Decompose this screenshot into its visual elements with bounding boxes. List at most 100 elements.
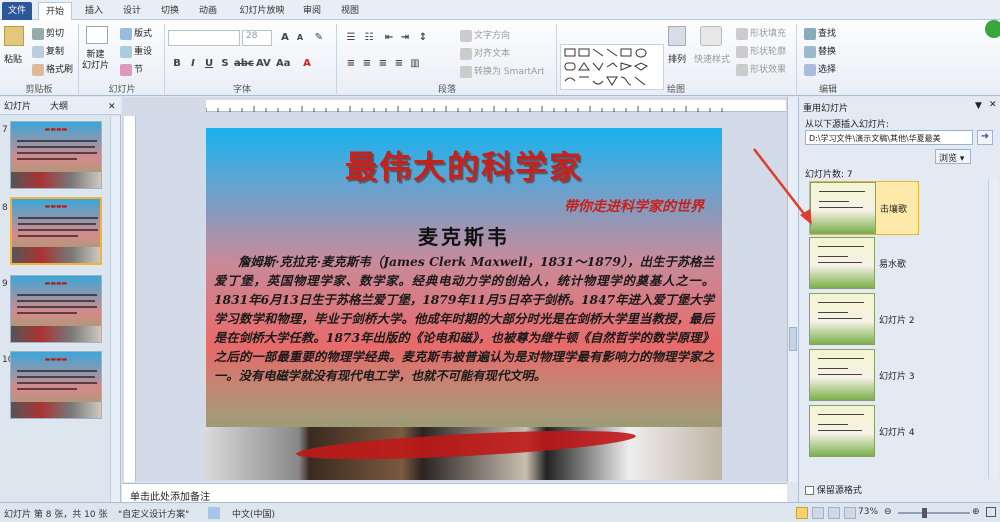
underline-icon[interactable]: U: [202, 57, 216, 71]
source-path-input[interactable]: D:\学习文件\演示文稿\其他\华夏最美: [805, 130, 973, 145]
go-arrow-icon[interactable]: ➜: [977, 130, 993, 145]
align-left-icon[interactable]: ≡: [344, 57, 358, 71]
slide-thumbnail-selected[interactable]: ▬▬▬▬: [10, 197, 102, 265]
reuse-slide-item[interactable]: 幻灯片 3: [809, 349, 919, 403]
shape-fill-button[interactable]: 形状填充: [736, 26, 786, 40]
tab-view[interactable]: 视图: [336, 2, 364, 20]
font-color-icon[interactable]: A: [300, 57, 314, 71]
font-size-combo[interactable]: 28: [242, 30, 272, 46]
copy-button[interactable]: 复制: [32, 44, 64, 58]
normal-view-icon[interactable]: [796, 507, 808, 519]
align-right-icon[interactable]: ≡: [376, 57, 390, 71]
slides-panel-scrollbar[interactable]: [110, 117, 120, 502]
tab-file[interactable]: 文件: [2, 2, 32, 20]
slide-title[interactable]: 最伟大的科学家: [206, 142, 722, 188]
slide[interactable]: 最伟大的科学家 带你走进科学家的世界 麦克斯韦 詹姆斯·克拉克·麦克斯韦（Jam…: [206, 128, 722, 480]
select-button[interactable]: 选择: [804, 62, 836, 76]
find-button[interactable]: 查找: [804, 26, 836, 40]
font-name-combo[interactable]: [168, 30, 240, 46]
reading-view-icon[interactable]: [828, 507, 840, 519]
new-slide-button[interactable]: 新建 幻灯片: [82, 50, 109, 72]
reset-button[interactable]: 重设: [120, 44, 152, 58]
reuse-slide-item-selected[interactable]: 击壤歌: [809, 181, 919, 235]
align-center-icon[interactable]: ≡: [360, 57, 374, 71]
section-button[interactable]: 节: [120, 62, 143, 76]
increase-indent-icon[interactable]: ⇥: [398, 31, 412, 45]
zoom-slider[interactable]: [898, 512, 970, 514]
format-painter-button[interactable]: 格式刷: [32, 62, 73, 76]
thumb-line: [818, 246, 864, 247]
scroll-thumb[interactable]: [789, 327, 797, 351]
new-slide-icon[interactable]: [86, 26, 108, 44]
reuse-slide-item[interactable]: 易水歌: [809, 237, 919, 291]
convert-smartart-label: 转换为 SmartArt: [474, 67, 545, 77]
strikethrough-icon[interactable]: abc: [234, 57, 254, 71]
tab-animations[interactable]: 动画: [194, 2, 222, 20]
reuse-slide-item[interactable]: 幻灯片 2: [809, 293, 919, 347]
tab-slideshow[interactable]: 幻灯片放映: [236, 2, 288, 20]
tab-slides[interactable]: 幻灯片: [4, 99, 31, 115]
slide-thumbnail[interactable]: ▬▬▬▬: [10, 121, 102, 189]
zoom-slider-thumb[interactable]: [922, 508, 927, 518]
columns-icon[interactable]: ▥: [408, 57, 422, 71]
tab-outline[interactable]: 大纲: [50, 99, 68, 115]
char-spacing-icon[interactable]: AV: [256, 57, 271, 71]
decrease-indent-icon[interactable]: ⇤: [382, 31, 396, 45]
shape-outline-button[interactable]: 形状轮廓: [736, 44, 786, 58]
notes-pane[interactable]: 单击此处添加备注: [122, 483, 787, 503]
fit-to-window-icon[interactable]: [986, 507, 996, 517]
change-case-icon[interactable]: Aa: [276, 57, 291, 71]
quick-styles-button[interactable]: 快速样式: [694, 52, 730, 65]
bullets-icon[interactable]: ☰: [344, 31, 358, 45]
grow-font-icon[interactable]: A: [278, 31, 292, 45]
thumb-line: [818, 302, 864, 303]
convert-smartart-button[interactable]: 转换为 SmartArt: [460, 64, 544, 78]
shrink-font-icon[interactable]: A: [293, 31, 307, 45]
justify-icon[interactable]: ≡: [392, 57, 406, 71]
zoom-in-icon[interactable]: ⊕: [972, 507, 980, 517]
tab-insert[interactable]: 插入: [80, 2, 108, 20]
slide-body-text[interactable]: 詹姆斯·克拉克·麦克斯韦（James Clerk Maxwell，1831～18…: [214, 252, 714, 385]
zoom-out-icon[interactable]: ⊖: [884, 507, 892, 517]
numbering-icon[interactable]: ☷: [362, 31, 376, 45]
slide-heading[interactable]: 麦克斯韦: [206, 221, 722, 250]
italic-icon[interactable]: I: [186, 57, 200, 71]
close-pane-icon[interactable]: ✕: [989, 100, 997, 110]
paste-button[interactable]: 粘贴: [4, 52, 22, 65]
group-divider: [164, 24, 165, 94]
slideshow-icon[interactable]: [844, 507, 856, 519]
paste-icon[interactable]: [4, 26, 24, 46]
tab-design[interactable]: 设计: [118, 2, 146, 20]
line-spacing-icon[interactable]: ↕: [416, 31, 430, 45]
text-direction-button[interactable]: 文字方向: [460, 28, 510, 42]
replace-button[interactable]: 替换: [804, 44, 836, 58]
reuse-pane-scrollbar[interactable]: [988, 179, 998, 479]
pane-menu-icon[interactable]: ▼: [975, 101, 982, 111]
quick-styles-icon[interactable]: [700, 26, 722, 46]
proofing-icon[interactable]: [208, 507, 220, 519]
tab-transitions[interactable]: 切换: [156, 2, 184, 20]
clear-format-icon[interactable]: ✎: [312, 31, 326, 45]
zoom-level[interactable]: 73%: [858, 507, 878, 517]
shape-fill-label: 形状填充: [750, 29, 787, 39]
shadow-icon[interactable]: S: [218, 57, 232, 71]
slide-subtitle[interactable]: 带你走进科学家的世界: [564, 196, 704, 216]
arrange-button[interactable]: 排列: [668, 52, 686, 65]
reuse-slide-item[interactable]: 幻灯片 4: [809, 405, 919, 459]
keep-format-checkbox[interactable]: 保留源格式: [805, 483, 862, 496]
slide-sorter-icon[interactable]: [812, 507, 824, 519]
slide-thumbnail[interactable]: ▬▬▬▬: [10, 275, 102, 343]
layout-button[interactable]: 版式: [120, 26, 152, 40]
cut-button[interactable]: 剪切: [32, 26, 64, 40]
shape-effects-button[interactable]: 形状效果: [736, 62, 786, 76]
cut-label: 剪切: [46, 29, 65, 39]
tab-review[interactable]: 审阅: [298, 2, 326, 20]
tab-home[interactable]: 开始: [38, 2, 72, 21]
bold-icon[interactable]: B: [170, 57, 184, 71]
align-text-button[interactable]: 对齐文本: [460, 46, 510, 60]
browse-button[interactable]: 浏览 ▾: [935, 149, 971, 164]
slide-thumbnail[interactable]: ▬▬▬▬: [10, 351, 102, 419]
close-icon[interactable]: ✕: [108, 99, 116, 115]
language[interactable]: 中文(中国): [232, 507, 275, 520]
arrange-icon[interactable]: [668, 26, 686, 46]
